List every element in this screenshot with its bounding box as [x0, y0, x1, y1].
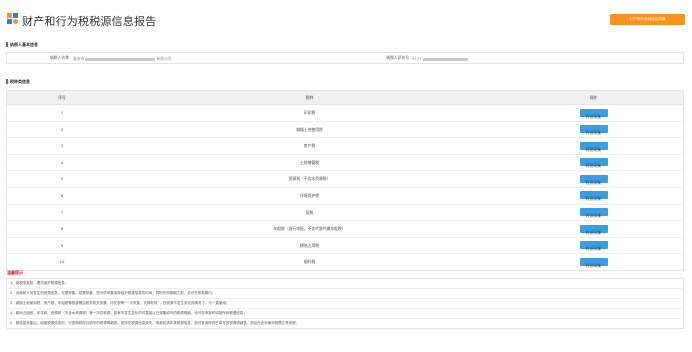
tip-line: 3、城镇土地使用税、房产税、车船税等税源需由税务机关采集，印花税等“一次采集，长… — [7, 299, 683, 309]
row-no: 9 — [60, 242, 64, 248]
page-title: 财产和行为税税源信息报告 — [22, 15, 157, 28]
tip-line: 2、对纳税义务发生的税源信息，无需采集。若需采集，您可供采集选择维护税源信息的时… — [7, 289, 683, 299]
collect-tax-source-button[interactable]: 税源采集 — [579, 191, 608, 201]
table-row: 5 资源税（不含水资源税） 税源采集 — [7, 171, 683, 188]
taxpayer-name-value: 泰安市 有限公司 — [73, 55, 343, 62]
table-row: 4 土地增值税 税源采集 — [7, 155, 683, 172]
col-header-no: 序号 — [58, 95, 66, 100]
comprehensive-declare-button[interactable]: 财产和行为税综合申报 — [610, 14, 685, 25]
table-row: 8 车船税（自行申报，不含代收代缴车船税） 税源采集 — [7, 221, 683, 238]
row-tax-name: 环境保护税 — [300, 192, 319, 198]
taxpayer-name-suffix: 有限公司 — [156, 56, 172, 61]
col-header-tax: 税种 — [305, 95, 314, 100]
table-row: 3 房产税 税源采集 — [7, 138, 683, 155]
section-marker — [6, 42, 8, 47]
row-no: 4 — [60, 159, 64, 165]
taxpayer-section-title: 纳税人基本信息 — [10, 42, 38, 47]
table-row: 10 烟叶税 税源采集 — [7, 254, 683, 270]
row-tax-name: 契税 — [305, 209, 314, 215]
tip-line: 4、耕地占用税、印花税、资源税（不含水资源税）等一次性税源，若有不发生变化的可直… — [7, 309, 683, 319]
tip-line: 5、税信息采集后，填报税源信息时，可查询修改已填写的税源明细表。如所在税源信息缺… — [10, 321, 300, 325]
collect-tax-source-button[interactable]: 税源采集 — [579, 108, 608, 119]
taxpayer-name-label: 纳税人名称 — [50, 55, 69, 60]
taxpayer-info-box: 纳税人名称 泰安市 有限公司 纳税人识别号 9137 — [6, 52, 684, 64]
table-row: 6 环境保护税 税源采集 — [7, 188, 683, 205]
row-no: 5 — [60, 176, 64, 182]
section-marker — [6, 79, 8, 84]
row-tax-name: 车船税（自行申报，不含代收代缴车船税） — [273, 226, 346, 232]
tip-line: 1、纳税申报前，需先维护税源信息； — [7, 279, 683, 289]
tips-title: 温馨提示 — [7, 270, 23, 275]
row-tax-name: 土地增值税 — [300, 159, 319, 165]
masked-text — [422, 57, 468, 61]
collect-tax-source-button[interactable]: 税源采集 — [579, 257, 608, 268]
row-no: 10 — [59, 259, 65, 265]
taxpayer-id-label: 纳税人识别号 — [386, 55, 409, 60]
table-row: 7 契税 税源采集 — [7, 205, 683, 222]
row-tax-name: 资源税（不含水资源税） — [288, 176, 331, 182]
taxpayer-id-value: 9137 — [412, 55, 672, 62]
page-header: 财产和行为税税源信息报告 财产和行为税综合申报 — [0, 0, 692, 38]
row-tax-name: 耕地占用税 — [300, 242, 319, 248]
table-row: 2 城镇土地使用税 税源采集 — [7, 122, 683, 139]
collect-tax-source-button[interactable]: 税源采集 — [579, 208, 608, 218]
collect-tax-source-button[interactable]: 税源采集 — [579, 125, 608, 135]
table-row: 1 印花税 税源采集 — [7, 105, 683, 122]
table-row: 9 耕地占用税 税源采集 — [7, 238, 683, 255]
row-op-cell: 税源采集 — [502, 254, 685, 273]
row-no: 6 — [60, 192, 64, 198]
row-tax-name: 房产税 — [303, 143, 316, 149]
table-body: 1 印花税 税源采集 2 城镇土地使用税 税源采集 3 房产税 税源采集 4 土地增值税 税源采集 5 资… — [7, 105, 683, 270]
row-no: 2 — [60, 126, 64, 132]
taxpayer-name-prefix: 泰安市 — [73, 56, 85, 61]
col-header-op: 操作 — [589, 95, 598, 100]
row-no: 7 — [60, 209, 64, 215]
tax-types-section-title: 税种类信息 — [10, 79, 30, 84]
row-tax-name: 城镇土地使用税 — [296, 126, 323, 132]
row-tax-name: 烟叶税 — [303, 259, 316, 265]
app-logo-icon — [7, 13, 18, 24]
tax-types-table: 序号 税种 操作 1 印花税 税源采集 2 城镇土地使用税 税源采集 3 房产税 税源采集 4 土地… — [6, 90, 684, 271]
masked-text — [85, 57, 156, 61]
row-no: 3 — [60, 143, 64, 149]
collect-tax-source-button[interactable]: 税源采集 — [579, 174, 608, 185]
collect-tax-source-button[interactable]: 税源采集 — [579, 224, 608, 235]
collect-tax-source-button[interactable]: 税源采集 — [579, 241, 608, 251]
collect-tax-source-button[interactable]: 税源采集 — [579, 141, 608, 152]
row-no: 8 — [60, 226, 64, 232]
row-tax-name: 印花税 — [303, 110, 316, 115]
row-no: 1 — [60, 110, 64, 115]
table-header: 序号 税种 操作 — [7, 91, 683, 105]
tips-box: 1、纳税申报前，需先维护税源信息； 2、对纳税义务发生的税源信息，无需采集。若需采… — [6, 278, 684, 329]
taxpayer-id-prefix: 9137 — [412, 56, 422, 61]
collect-tax-source-button[interactable]: 税源采集 — [579, 158, 608, 168]
